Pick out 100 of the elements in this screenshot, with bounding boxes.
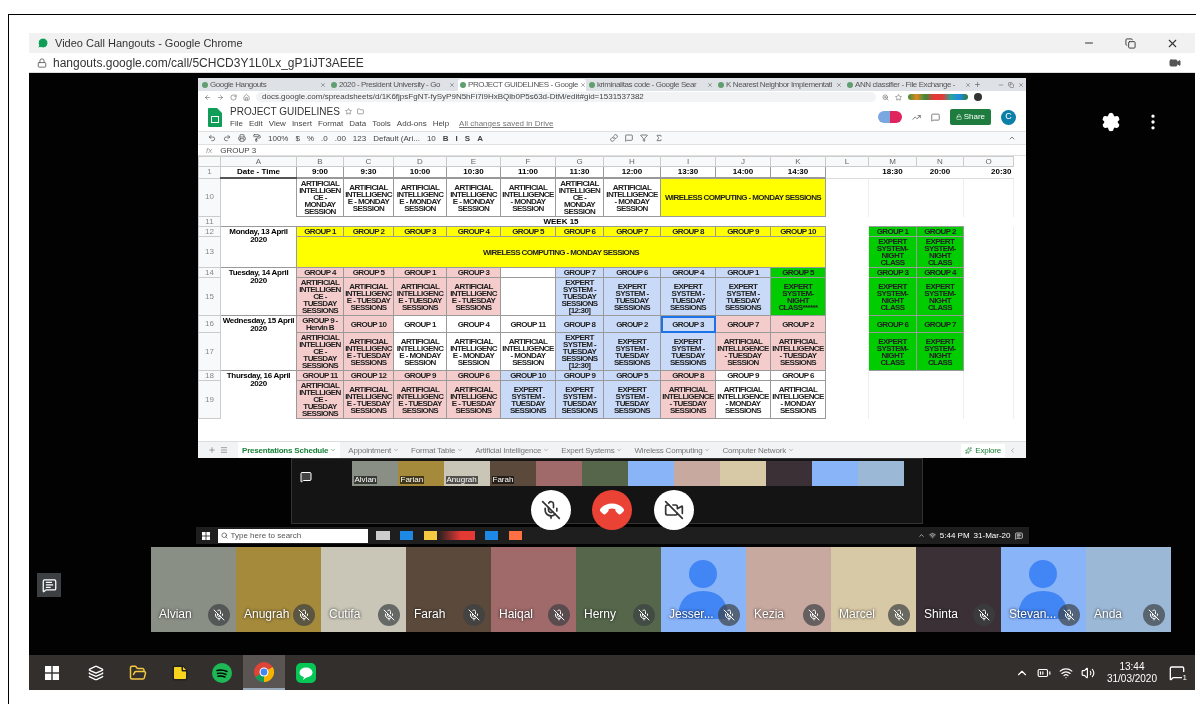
column-header[interactable]: A [220, 156, 297, 167]
column-header[interactable]: C [343, 156, 394, 167]
column-header[interactable]: N [916, 156, 964, 167]
photo-placeholder[interactable]: Herny [576, 547, 661, 632]
menu-item[interactable]: Add-ons [396, 119, 427, 128]
browser-tab[interactable]: 2020 - President University - Go [329, 79, 457, 91]
collapse-icon[interactable] [1008, 134, 1016, 142]
toolbar-button[interactable]: .0 [321, 133, 328, 143]
photo-placeholder[interactable]: Farian [397, 461, 444, 486]
toolbar-button[interactable]: A [477, 133, 483, 143]
column-header[interactable]: O [963, 156, 1014, 167]
explore-button[interactable]: Explore [961, 443, 1005, 457]
activity-icon[interactable] [911, 112, 921, 122]
url-field[interactable]: docs.google.com/spreadsheets/d/1K6fjpsFgNT-fySyP9N5hFi7l9HxBQlb0P5s63d-DtM/edit#gid=1531537382 [256, 92, 876, 102]
photo-placeholder[interactable]: Anugrah [443, 461, 490, 486]
photo-placeholder[interactable]: Alvian [351, 461, 398, 486]
search-field[interactable]: Type here to search [217, 528, 368, 543]
photo-placeholder[interactable]: Alvian [151, 547, 236, 632]
account-avatar[interactable]: C [1001, 109, 1016, 125]
comment-icon[interactable] [930, 112, 940, 122]
column-header[interactable]: M [868, 156, 917, 167]
photo-placeholder[interactable]: Anugrah [236, 547, 321, 632]
chat-button[interactable] [37, 573, 61, 597]
toolbar-button[interactable]: .00 [334, 133, 346, 143]
filter-icon[interactable] [639, 134, 648, 142]
document-title[interactable]: PROJECT GUIDELINES [230, 106, 340, 117]
formula-field[interactable]: GROUP 3 [220, 145, 257, 155]
windows-logo-icon[interactable] [45, 665, 59, 680]
redo-icon[interactable] [223, 134, 231, 142]
toolbar-button[interactable]: 123 [352, 133, 367, 143]
toolbar-button[interactable]: B [442, 133, 449, 143]
sheet-tab[interactable]: Artificial Intelligence [471, 441, 554, 458]
toolbar-button[interactable]: $ [295, 133, 300, 143]
row-number[interactable]: 14 [198, 267, 221, 278]
avatar-thumbnail[interactable] [811, 461, 858, 486]
row-number[interactable]: 19 [198, 380, 221, 419]
menu-item[interactable]: Tools [372, 119, 391, 128]
photo-placeholder[interactable]: Haiqal [491, 547, 576, 632]
star-icon[interactable] [895, 93, 902, 101]
menu-item[interactable]: Insert [291, 119, 312, 128]
star-icon[interactable] [344, 108, 352, 115]
back-icon[interactable] [204, 93, 211, 101]
share-button[interactable]: Share [949, 109, 991, 125]
column-header[interactable]: L [825, 156, 869, 167]
browser-tab[interactable]: PROJECT GUIDELINES - Google [458, 79, 586, 91]
forward-icon[interactable] [217, 93, 224, 101]
column-header[interactable]: K [770, 156, 826, 167]
column-header[interactable]: B [296, 156, 344, 167]
sheet-tab[interactable]: Appointment [344, 441, 403, 458]
row-number[interactable]: 18 [198, 370, 221, 381]
photo-placeholder[interactable]: Farah [406, 547, 491, 632]
undo-icon[interactable] [208, 134, 216, 142]
restore-icon[interactable] [1008, 82, 1014, 88]
menu-item[interactable]: Format [317, 119, 344, 128]
print-icon[interactable] [238, 134, 246, 142]
notifications-icon[interactable] [1169, 664, 1185, 681]
camera-icon[interactable] [1169, 56, 1181, 69]
avatar-tile[interactable]: Stevan... [1001, 547, 1086, 632]
column-header[interactable]: D [393, 156, 447, 167]
avatar-tile[interactable]: Jesser... [661, 547, 746, 632]
toolbar-button[interactable]: I [455, 133, 458, 143]
row-number[interactable]: 15 [198, 277, 221, 316]
browser-tab[interactable]: Google Hangouts [200, 79, 328, 91]
menu-item[interactable]: Help [432, 119, 450, 128]
row-number[interactable]: 11 [198, 216, 221, 227]
sheet-tab[interactable]: Presentations Schedule [238, 441, 341, 458]
row-number[interactable]: 12 [198, 226, 221, 237]
menu-item[interactable]: File [230, 119, 243, 128]
row-number[interactable]: 17 [198, 332, 221, 371]
volume-icon[interactable] [1080, 665, 1095, 680]
toolbar-button[interactable]: 10 [426, 133, 436, 143]
menu-item[interactable]: View [268, 119, 286, 128]
wifi-icon[interactable] [1058, 665, 1073, 680]
zoom-icon[interactable] [882, 93, 889, 101]
menu-item[interactable]: Data [349, 119, 367, 128]
column-header[interactable]: I [660, 156, 716, 167]
column-header[interactable]: F [500, 156, 556, 167]
paint-format-icon[interactable] [253, 134, 261, 142]
photo-placeholder[interactable] [765, 461, 812, 486]
folder-icon[interactable] [356, 108, 364, 115]
column-header[interactable]: E [446, 156, 501, 167]
chat-icon[interactable] [299, 471, 312, 483]
windows-logo-icon[interactable] [201, 531, 210, 540]
restore-icon[interactable] [1125, 37, 1136, 49]
column-header[interactable]: G [555, 156, 604, 167]
toolbar-button[interactable]: 100% [268, 133, 289, 143]
browser-tab[interactable]: ANN classifier - File Exchange - [845, 79, 973, 91]
toolbar-button[interactable]: S [464, 133, 471, 143]
toolbar-button[interactable]: % [306, 133, 315, 143]
toolbar-button[interactable]: Default (Ari... [373, 133, 420, 143]
sheet-tab[interactable]: Expert Systems [557, 441, 627, 458]
reload-icon[interactable] [230, 93, 237, 101]
photo-placeholder[interactable]: Farah [489, 461, 536, 486]
side-panel-icon[interactable] [1009, 446, 1016, 454]
row-number[interactable]: 13 [198, 236, 221, 268]
profile-icon[interactable] [974, 93, 982, 101]
column-header[interactable]: H [603, 156, 661, 167]
sheet-tab[interactable]: Computer Network [718, 441, 798, 458]
functions-icon[interactable] [654, 134, 663, 142]
url-field[interactable]: hangouts.google.com/call/5CHCD3Y1L0Lx_gP1iJT3AEEE [53, 53, 364, 72]
